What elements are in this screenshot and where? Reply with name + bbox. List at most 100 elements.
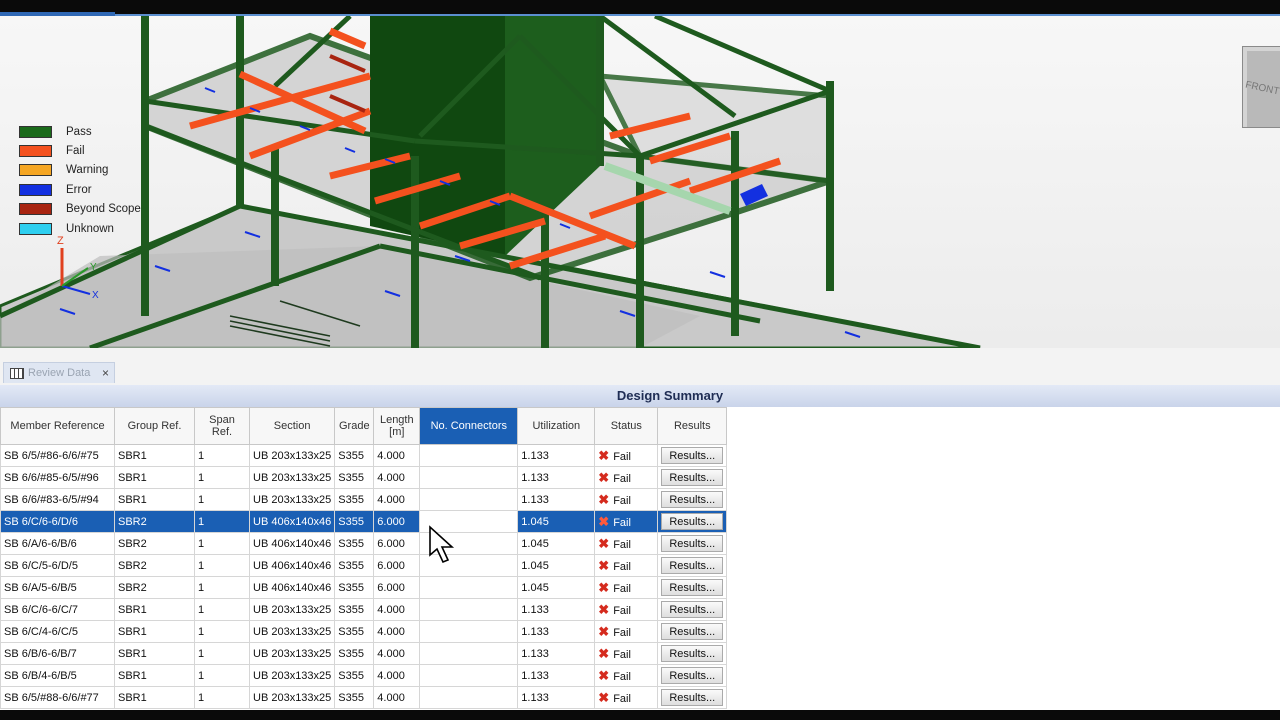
cell-status[interactable]: ✖ Fail [594, 532, 659, 555]
cell-span-ref[interactable]: 1 [194, 444, 250, 467]
cell-length[interactable]: 4.000 [373, 598, 421, 621]
cell-utilization[interactable]: 1.045 [517, 554, 596, 577]
cell-utilization[interactable]: 1.045 [517, 576, 596, 599]
cell-utilization[interactable]: 1.133 [517, 664, 596, 687]
cell-grade[interactable]: S355 [334, 488, 375, 511]
cell-length[interactable]: 6.000 [373, 532, 421, 555]
cell-member-reference[interactable]: SB 6/A/6-6/B/6 [0, 532, 115, 555]
cell-status[interactable]: ✖ Fail [594, 642, 659, 665]
cell-grade[interactable]: S355 [334, 576, 375, 599]
results-button[interactable]: Results... [661, 491, 724, 508]
cell-group-ref[interactable]: SBR2 [114, 576, 195, 599]
table-row[interactable]: SB 6/5/#86-6/6/#75 SBR1 1 UB 203x133x25 S355… [0, 444, 728, 467]
cell-group-ref[interactable]: SBR1 [114, 466, 195, 489]
cell-span-ref[interactable]: 1 [194, 620, 250, 643]
cell-section[interactable]: UB 203x133x25 [248, 642, 336, 665]
table-row[interactable]: SB 6/6/#85-6/5/#96 SBR1 1 UB 203x133x25 S355… [0, 466, 728, 489]
cell-length[interactable]: 4.000 [373, 488, 421, 511]
cell-no-connectors[interactable] [419, 620, 519, 643]
cell-span-ref[interactable]: 1 [194, 642, 250, 665]
view-cube[interactable]: FRONT [1242, 46, 1280, 128]
cell-span-ref[interactable]: 1 [194, 554, 250, 577]
cell-group-ref[interactable]: SBR1 [114, 642, 195, 665]
cell-grade[interactable]: S355 [334, 598, 375, 621]
cell-status[interactable]: ✖ Fail [594, 466, 659, 489]
column-header-utilization[interactable]: Utilization [517, 407, 596, 445]
cell-status[interactable]: ✖ Fail [594, 598, 659, 621]
cell-span-ref[interactable]: 1 [194, 576, 250, 599]
cell-group-ref[interactable]: SBR1 [114, 488, 195, 511]
cell-grade[interactable]: S355 [334, 620, 375, 643]
column-header-results[interactable]: Results [657, 407, 728, 445]
cell-grade[interactable]: S355 [334, 510, 375, 533]
cell-status[interactable]: ✖ Fail [594, 576, 659, 599]
cell-length[interactable]: 4.000 [373, 686, 421, 709]
table-row[interactable]: SB 6/6/#83-6/5/#94 SBR1 1 UB 203x133x25 S355… [0, 488, 728, 511]
cell-status[interactable]: ✖ Fail [594, 488, 659, 511]
column-header-section[interactable]: Section [248, 407, 336, 445]
results-button[interactable]: Results... [661, 689, 724, 706]
cell-section[interactable]: UB 203x133x25 [248, 598, 336, 621]
table-row[interactable]: SB 6/C/6-6/D/6 SBR2 1 UB 406x140x46 S355 6.00… [0, 510, 728, 533]
close-icon[interactable]: × [102, 366, 109, 380]
tab-review-data[interactable]: Review Data × [3, 362, 115, 383]
cell-grade[interactable]: S355 [334, 664, 375, 687]
cell-member-reference[interactable]: SB 6/A/5-6/B/5 [0, 576, 115, 599]
cell-no-connectors[interactable] [419, 686, 519, 709]
cell-member-reference[interactable]: SB 6/C/4-6/C/5 [0, 620, 115, 643]
cell-utilization[interactable]: 1.133 [517, 488, 596, 511]
cell-span-ref[interactable]: 1 [194, 664, 250, 687]
table-row[interactable]: SB 6/A/5-6/B/5 SBR2 1 UB 406x140x46 S355 6.00… [0, 576, 728, 599]
cell-section[interactable]: UB 406x140x46 [248, 576, 336, 599]
cell-member-reference[interactable]: SB 6/B/6-6/B/7 [0, 642, 115, 665]
column-header-span-ref[interactable]: Span Ref. [194, 407, 250, 445]
cell-status[interactable]: ✖ Fail [594, 444, 659, 467]
table-row[interactable]: SB 6/C/6-6/C/7 SBR1 1 UB 203x133x25 S355 4.00… [0, 598, 728, 621]
cell-span-ref[interactable]: 1 [194, 466, 250, 489]
cell-status[interactable]: ✖ Fail [594, 664, 659, 687]
results-button[interactable]: Results... [661, 513, 724, 530]
cell-section[interactable]: UB 203x133x25 [248, 664, 336, 687]
column-header-length[interactable]: Length [m] [373, 407, 421, 445]
cell-span-ref[interactable]: 1 [194, 488, 250, 511]
cell-section[interactable]: UB 406x140x46 [248, 510, 336, 533]
column-header-group-ref[interactable]: Group Ref. [114, 407, 195, 445]
cell-length[interactable]: 6.000 [373, 576, 421, 599]
cell-member-reference[interactable]: SB 6/C/6-6/D/6 [0, 510, 115, 533]
cell-no-connectors[interactable] [419, 664, 519, 687]
cell-group-ref[interactable]: SBR1 [114, 664, 195, 687]
cell-length[interactable]: 6.000 [373, 510, 421, 533]
cell-grade[interactable]: S355 [334, 642, 375, 665]
cell-grade[interactable]: S355 [334, 466, 375, 489]
column-header-no-connectors[interactable]: No. Connectors [419, 407, 519, 445]
cell-member-reference[interactable]: SB 6/5/#86-6/6/#75 [0, 444, 115, 467]
cell-status[interactable]: ✖ Fail [594, 686, 659, 709]
results-button[interactable]: Results... [661, 623, 724, 640]
cell-no-connectors[interactable] [419, 642, 519, 665]
cell-no-connectors[interactable] [419, 466, 519, 489]
cell-utilization[interactable]: 1.133 [517, 620, 596, 643]
column-header-status[interactable]: Status [594, 407, 659, 445]
cell-length[interactable]: 4.000 [373, 664, 421, 687]
cell-utilization[interactable]: 1.133 [517, 642, 596, 665]
cell-section[interactable]: UB 203x133x25 [248, 444, 336, 467]
table-row[interactable]: SB 6/C/5-6/D/5 SBR2 1 UB 406x140x46 S355 6.00… [0, 554, 728, 577]
table-row[interactable]: SB 6/B/6-6/B/7 SBR1 1 UB 203x133x25 S355 4.00… [0, 642, 728, 665]
cell-grade[interactable]: S355 [334, 554, 375, 577]
cell-utilization[interactable]: 1.133 [517, 466, 596, 489]
cell-group-ref[interactable]: SBR1 [114, 444, 195, 467]
cell-status[interactable]: ✖ Fail [594, 620, 659, 643]
cell-length[interactable]: 4.000 [373, 642, 421, 665]
table-row[interactable]: SB 6/5/#88-6/6/#77 SBR1 1 UB 203x133x25 S355… [0, 686, 728, 709]
cell-section[interactable]: UB 406x140x46 [248, 532, 336, 555]
cell-grade[interactable]: S355 [334, 444, 375, 467]
cell-status[interactable]: ✖ Fail [594, 510, 659, 533]
cell-grade[interactable]: S355 [334, 686, 375, 709]
results-button[interactable]: Results... [661, 601, 724, 618]
cell-length[interactable]: 4.000 [373, 466, 421, 489]
cell-length[interactable]: 4.000 [373, 620, 421, 643]
cell-member-reference[interactable]: SB 6/C/5-6/D/5 [0, 554, 115, 577]
cell-member-reference[interactable]: SB 6/5/#88-6/6/#77 [0, 686, 115, 709]
results-button[interactable]: Results... [661, 557, 724, 574]
structure-model[interactable]: Z Y X [0, 16, 1280, 348]
